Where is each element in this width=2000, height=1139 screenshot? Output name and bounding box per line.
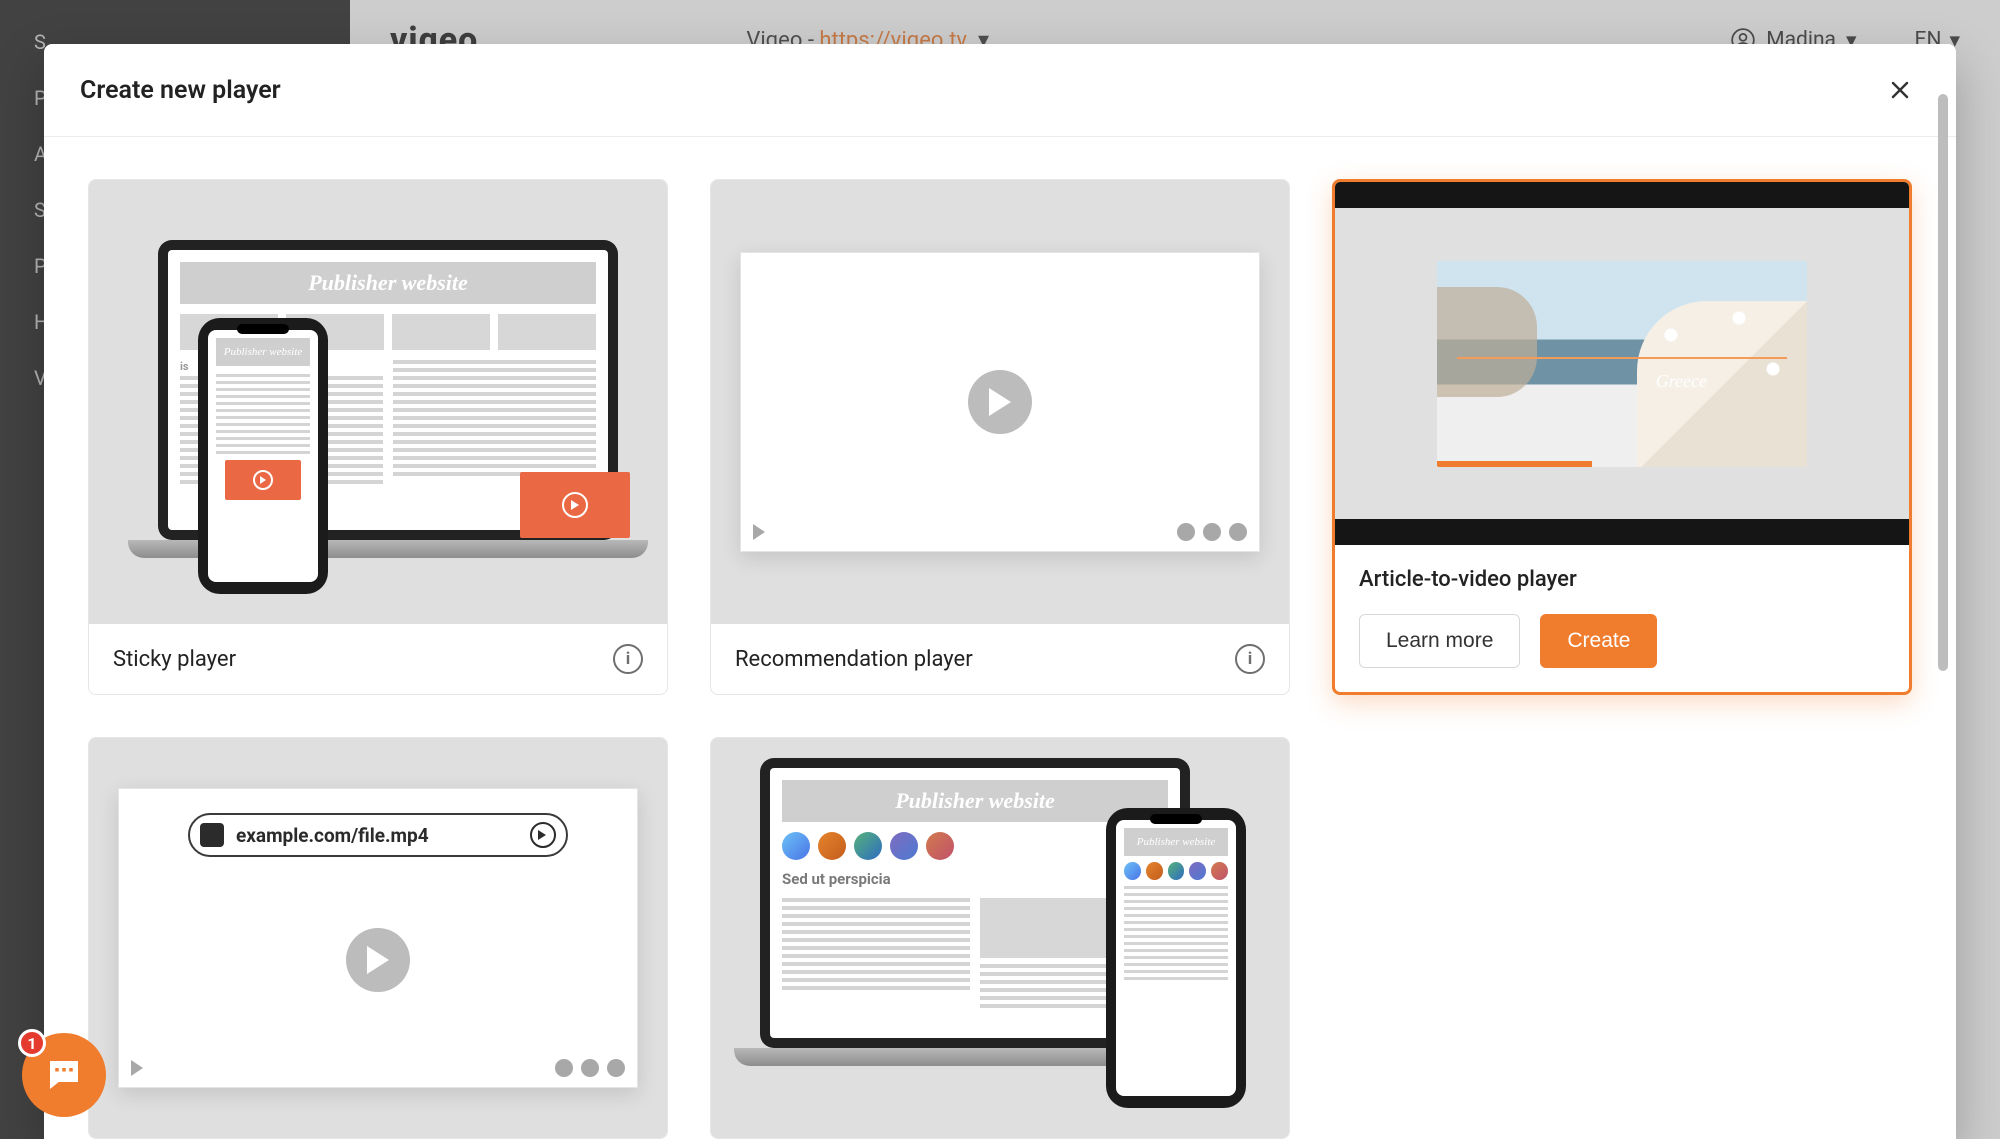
video-letterbox-bottom — [1335, 519, 1909, 545]
card-preview: example.com/file.mp4 — [89, 738, 667, 1138]
url-input-illustration: example.com/file.mp4 — [188, 813, 568, 857]
play-icon — [562, 492, 588, 518]
player-controls — [753, 523, 1247, 541]
phone-illustration: Publisher website — [198, 318, 328, 594]
control-fullscreen-icon — [581, 1059, 599, 1077]
play-icon — [131, 1060, 143, 1076]
card-preview: Publisher website Sed ut perspicia — [711, 738, 1289, 1138]
thumbnail-caption: Greece — [1656, 371, 1707, 392]
publisher-banner: Publisher website — [1124, 828, 1228, 856]
player-card-story[interactable]: Publisher website Sed ut perspicia — [710, 737, 1290, 1139]
player-card-article-to-video[interactable]: Greece Article-to-video player Learn mor… — [1332, 179, 1912, 695]
info-icon[interactable]: i — [1235, 644, 1265, 674]
control-volume-icon — [1229, 523, 1247, 541]
video-letterbox-top — [1335, 182, 1909, 208]
create-player-modal: Create new player Publisher website is — [44, 44, 1956, 1139]
player-card-sticky[interactable]: Publisher website is — [88, 179, 668, 695]
article-video-thumbnail: Greece — [1437, 261, 1807, 467]
card-label: Recommendation player — [735, 647, 973, 672]
player-card-recommendation[interactable]: Recommendation player i — [710, 179, 1290, 695]
control-volume-icon — [607, 1059, 625, 1077]
learn-more-button[interactable]: Learn more — [1359, 614, 1520, 668]
control-loop-icon — [1177, 523, 1195, 541]
control-loop-icon — [555, 1059, 573, 1077]
modal-scrollbar[interactable] — [1938, 94, 1948, 1089]
publisher-banner: Publisher website — [180, 262, 596, 304]
player-controls — [131, 1059, 625, 1077]
control-fullscreen-icon — [1203, 523, 1221, 541]
chat-icon — [43, 1054, 85, 1096]
publisher-banner: Publisher website — [216, 338, 310, 366]
modal-header: Create new player — [44, 44, 1956, 137]
progress-bar — [1437, 461, 1592, 467]
modal-close-button[interactable] — [1880, 70, 1920, 110]
scrollbar-thumb[interactable] — [1938, 94, 1948, 671]
player-card-outstream[interactable]: example.com/file.mp4 — [88, 737, 668, 1139]
chat-widget-button[interactable]: 1 — [22, 1033, 106, 1117]
sticky-mini-player — [520, 472, 630, 538]
play-icon — [968, 370, 1032, 434]
close-icon — [1888, 78, 1912, 102]
file-icon — [200, 823, 224, 847]
play-icon — [346, 928, 410, 992]
phone-illustration: Publisher website — [1106, 808, 1246, 1108]
create-button[interactable]: Create — [1540, 614, 1657, 668]
chat-badge: 1 — [18, 1029, 46, 1057]
url-example-text: example.com/file.mp4 — [236, 824, 518, 847]
card-label: Sticky player — [113, 647, 236, 672]
avatar-icon — [854, 832, 882, 860]
outstream-illustration: example.com/file.mp4 — [118, 788, 638, 1088]
avatar-icon — [818, 832, 846, 860]
video-player-illustration — [740, 252, 1260, 552]
play-icon — [225, 460, 301, 500]
modal-body: Publisher website is — [44, 137, 1956, 1139]
modal-title: Create new player — [80, 76, 281, 105]
card-preview: Greece — [1335, 182, 1909, 545]
card-preview: Publisher website is — [89, 180, 667, 624]
play-icon — [753, 524, 765, 540]
avatar-icon — [890, 832, 918, 860]
card-label: Article-to-video player — [1359, 567, 1885, 592]
info-icon[interactable]: i — [613, 644, 643, 674]
avatar-icon — [782, 832, 810, 860]
avatar-icon — [926, 832, 954, 860]
card-preview — [711, 180, 1289, 624]
arrow-right-icon — [530, 822, 556, 848]
